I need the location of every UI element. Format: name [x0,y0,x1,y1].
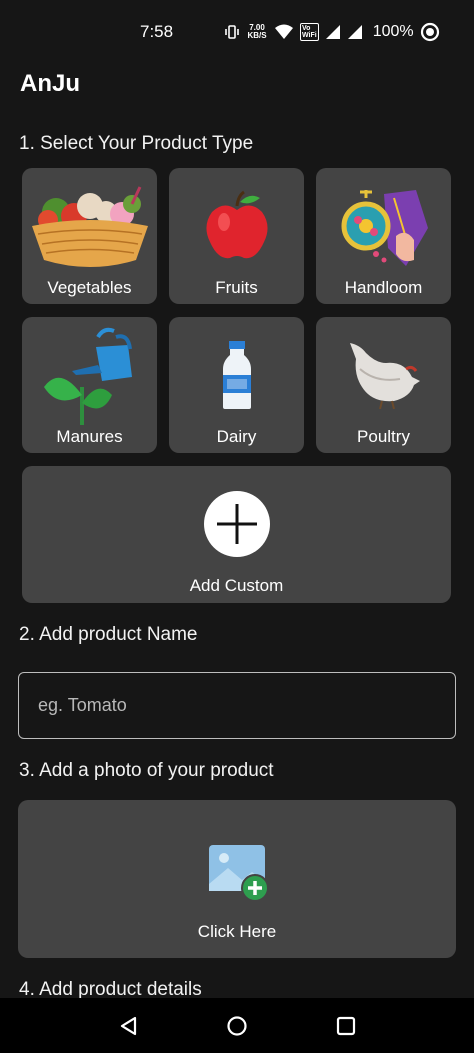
product-type-label: Vegetables [47,278,132,297]
apple-icon [205,190,268,259]
battery-saver-icon [420,22,439,42]
recents-square-icon [336,1016,356,1036]
plus-circle-icon [203,491,270,557]
hen-icon [349,343,420,409]
product-type-dairy[interactable]: Dairy [169,317,304,453]
signal-icon-2 [347,25,362,39]
vegetables-basket-icon [31,186,148,267]
status-bar: 7:58 7.00 KB/S Vo WiFi 100% [0,0,474,62]
nav-home-button[interactable] [223,1012,251,1040]
product-type-label: Fruits [215,278,258,297]
product-type-label: Manures [56,427,123,446]
signal-icon-1 [325,25,340,39]
section-title-product-type: 1. Select Your Product Type [19,133,254,154]
section-title-photo: 3. Add a photo of your product [19,760,274,781]
wifi-icon [275,24,293,39]
status-time: 7:58 [140,22,174,41]
home-circle-icon [227,1016,247,1036]
app-title: AnJu [20,70,80,97]
add-image-icon [209,845,269,902]
embroidery-icon [341,190,428,266]
product-type-label: Poultry [357,427,410,446]
section-title-product-name: 2. Add product Name [19,624,198,645]
milk-bottle-icon [222,341,251,409]
add-custom-label: Add Custom [189,576,284,595]
nav-recents-button[interactable] [332,1012,360,1040]
product-type-label: Dairy [216,427,257,446]
back-triangle-icon [120,1016,137,1036]
product-type-fruits[interactable]: Fruits [169,168,304,304]
vowifi-badge-top: Vo [302,25,311,32]
product-type-vegetables[interactable]: Vegetables [22,168,157,304]
vibrate-icon [225,25,239,39]
product-type-label: Handloom [344,278,423,297]
status-icons: 7.00 KB/S Vo WiFi 100% [224,20,440,44]
network-speed: 7.00 KB/S [246,24,268,40]
network-speed-unit: KB/S [247,31,267,40]
product-type-handloom[interactable]: Handloom [316,168,451,304]
battery-percentage: 100% [372,23,414,40]
vowifi-badge: Vo WiFi [300,23,319,41]
system-nav-bar [0,998,474,1053]
product-type-manures[interactable]: Manures [22,317,157,453]
photo-upload-label: Click Here [197,922,277,941]
product-type-poultry[interactable]: Poultry [316,317,451,453]
vowifi-badge-bottom: WiFi [302,32,317,39]
product-name-input[interactable] [18,672,456,739]
add-custom-tile[interactable]: Add Custom [22,466,451,603]
sprout-watering-can-icon [43,327,132,425]
photo-upload-box[interactable]: Click Here [18,800,456,958]
nav-back-button[interactable] [115,1012,143,1040]
